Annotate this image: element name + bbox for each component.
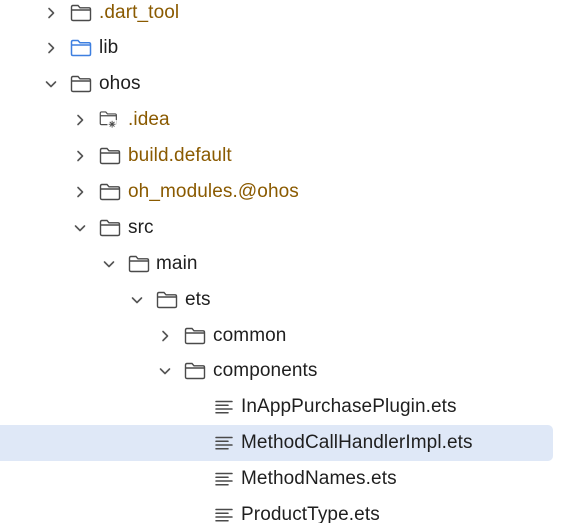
tree-item-label: ohos [99,73,141,94]
tree-item-label: main [156,253,198,274]
chevron-right-icon[interactable] [44,6,58,20]
tree-item-inapppurchaseplugin[interactable]: InAppPurchasePlugin.ets [0,389,561,425]
tree-item-components[interactable]: components [0,353,561,389]
tree-item-build-default[interactable]: build.default [0,138,561,174]
folder-icon [99,146,121,166]
source-folder-icon [70,38,92,58]
config-folder-icon [99,110,121,130]
tree-item-methodnames[interactable]: MethodNames.ets [0,461,561,497]
tree-item-label: common [213,325,287,346]
tree-item-label: ets [185,289,211,310]
chevron-down-icon[interactable] [73,221,87,235]
folder-icon [184,361,206,381]
chevron-down-icon[interactable] [130,293,144,307]
chevron-right-icon[interactable] [73,185,87,199]
tree-item-main[interactable]: main [0,246,561,282]
tree-item-src[interactable]: src [0,210,561,246]
tree-item-label: build.default [128,145,232,166]
tree-item-label: .idea [128,109,170,130]
tree-item-label: lib [99,37,119,58]
tree-item-label: oh_modules.@ohos [128,181,299,202]
tree-item-label: src [128,217,154,238]
folder-icon [128,254,150,274]
tree-item-label: .dart_tool [99,2,180,23]
text-file-icon [213,397,235,417]
tree-item-producttype[interactable]: ProductType.ets [0,497,561,523]
folder-icon [99,218,121,238]
text-file-icon [213,433,235,453]
text-file-icon [213,505,235,523]
chevron-down-icon[interactable] [102,257,116,271]
folder-icon [184,326,206,346]
tree-item-oh-modules[interactable]: oh_modules.@ohos [0,174,561,210]
chevron-down-icon[interactable] [44,77,58,91]
tree-item-ohos[interactable]: ohos [0,66,561,102]
folder-icon [70,3,92,23]
chevron-right-icon[interactable] [158,329,172,343]
tree-item-lib[interactable]: lib [0,30,561,66]
tree-item-label: components [213,360,318,381]
chevron-right-icon[interactable] [73,113,87,127]
chevron-right-icon[interactable] [73,149,87,163]
tree-item-common[interactable]: common [0,318,561,354]
chevron-down-icon[interactable] [158,364,172,378]
folder-icon [70,74,92,94]
tree-item-idea[interactable]: .idea [0,102,561,138]
tree-item-ets[interactable]: ets [0,282,561,318]
tree-item-label: MethodNames.ets [241,468,397,489]
chevron-right-icon[interactable] [44,41,58,55]
tree-item-dart-tool[interactable]: .dart_tool [0,0,561,31]
project-tree: .dart_tool lib ohos .idea build.default … [0,0,561,523]
tree-item-label: InAppPurchasePlugin.ets [241,396,457,417]
tree-item-methodcallhandlerimpl[interactable]: MethodCallHandlerImpl.ets [0,425,553,461]
tree-item-label: ProductType.ets [241,504,380,523]
folder-icon [156,290,178,310]
tree-item-label: MethodCallHandlerImpl.ets [241,432,473,453]
folder-icon [99,182,121,202]
text-file-icon [213,469,235,489]
